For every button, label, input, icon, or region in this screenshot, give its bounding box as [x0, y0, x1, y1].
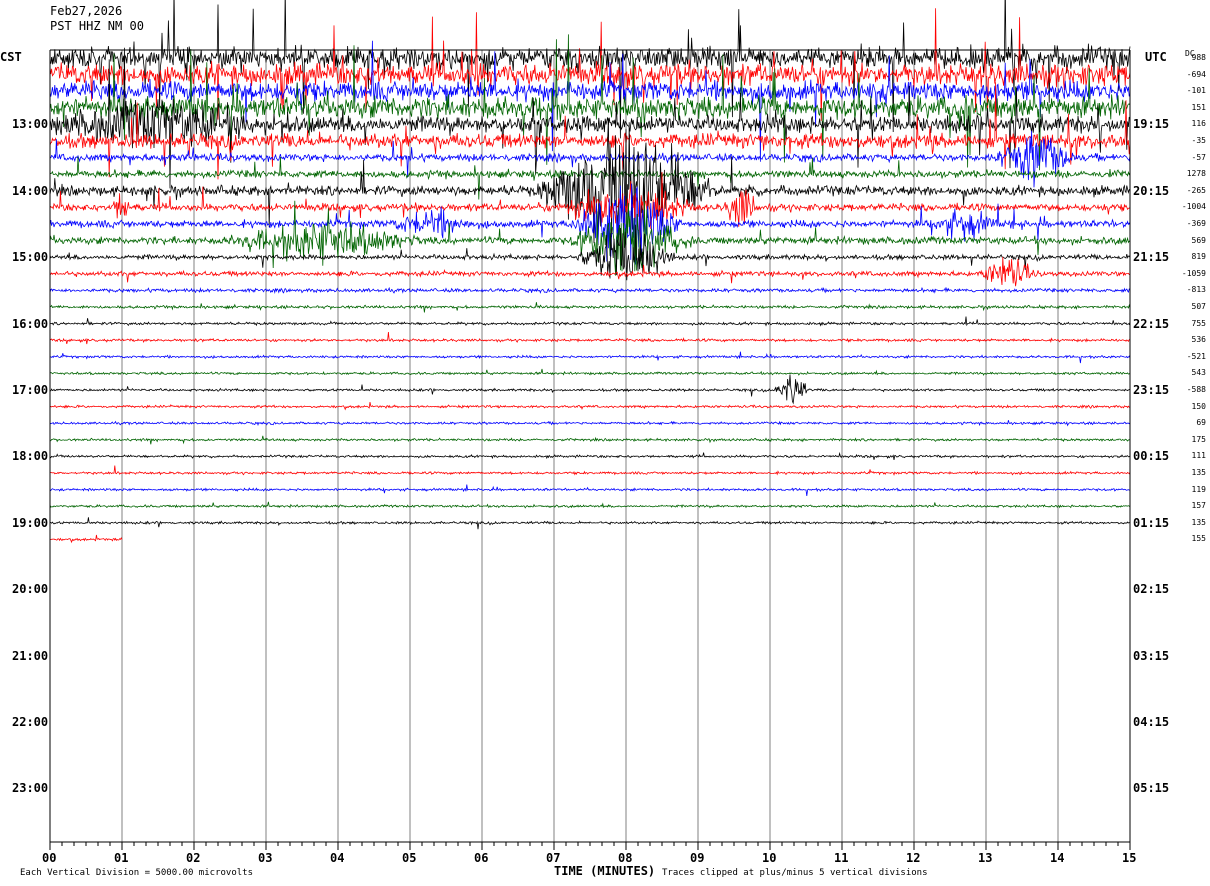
left-hour-label: 19:00 [12, 515, 49, 530]
dc-offset-label: 111 [1191, 451, 1206, 461]
seismic-trace [49, 451, 1131, 460]
dc-offset-label: 151 [1191, 102, 1206, 112]
right-hour-label: 03:15 [1133, 648, 1170, 663]
seismic-trace [49, 402, 1130, 411]
dc-offset-label: -101 [1186, 86, 1206, 96]
dc-offset-label: 543 [1191, 368, 1206, 378]
right-hour-label: 19:15 [1133, 117, 1170, 132]
x-tick-label: 05 [402, 851, 417, 865]
x-tick-label: 13 [978, 851, 993, 865]
dc-offset-label: -1004 [1181, 202, 1206, 212]
seismic-trace [50, 351, 1131, 364]
x-tick-label: 14 [1050, 851, 1065, 865]
dc-offset-label: 116 [1191, 119, 1206, 129]
dc-offset-label: -588 [1186, 385, 1206, 394]
right-hour-label: 00:15 [1133, 449, 1170, 464]
seismic-trace [50, 465, 1131, 476]
x-tick-label: 01 [114, 851, 129, 865]
x-tick-label: 09 [690, 851, 705, 865]
seismic-trace [49, 420, 1131, 427]
right-hour-label: 23:15 [1133, 383, 1170, 397]
dc-offset-label: 507 [1191, 302, 1206, 311]
x-tick-label: 00 [42, 851, 57, 865]
seismic-trace [49, 302, 1131, 313]
right-hour-label: 05:15 [1133, 781, 1170, 796]
x-tick-label: 07 [546, 851, 561, 865]
seismic-trace [49, 517, 1131, 530]
dc-offset-label: 155 [1191, 534, 1206, 544]
seismogram-plot [49, 0, 1131, 850]
x-tick-label: 10 [762, 851, 777, 865]
x-tick-label: 08 [618, 851, 633, 865]
left-hour-label: 15:00 [12, 250, 49, 265]
date-label: Feb27,2026 [50, 4, 123, 18]
seismic-trace [49, 8, 1131, 121]
seismic-trace [49, 224, 1131, 281]
left-hour-label: 16:00 [12, 316, 49, 331]
seismic-trace [50, 316, 1131, 327]
dc-offset-label: -1059 [1181, 268, 1206, 278]
dc-offset-label: 135 [1191, 468, 1206, 477]
seismic-trace [49, 286, 1131, 294]
x-tick-label: 04 [330, 851, 345, 865]
dc-offset-label: 69 [1196, 418, 1206, 428]
seismic-trace [49, 501, 1131, 509]
left-hour-label: 17:00 [12, 383, 49, 397]
left-hour-label: 13:00 [12, 117, 49, 132]
dc-offset-label: 175 [1191, 434, 1206, 444]
dc-offset-label: -521 [1186, 351, 1206, 361]
dc-offset-label: 150 [1191, 401, 1206, 411]
dc-offset-label: 119 [1191, 484, 1206, 494]
dc-offset-label: 1278 [1186, 169, 1206, 179]
left-hour-label: 22:00 [12, 715, 49, 729]
right-timezone-label: UTC [1145, 50, 1167, 64]
seismic-trace [49, 256, 1131, 287]
x-axis-title: TIME (MINUTES) [554, 864, 656, 878]
x-tick-label: 02 [186, 851, 201, 865]
right-hour-label: 01:15 [1133, 515, 1170, 530]
left-hour-label: 21:00 [12, 648, 49, 663]
left-hour-label: 20:00 [12, 582, 49, 597]
scale-note: Each Vertical Division = 5000.00 microvo… [20, 868, 253, 878]
seismic-trace [50, 374, 1131, 405]
right-hour-label: 20:15 [1133, 183, 1170, 198]
right-hour-label: 21:15 [1133, 250, 1170, 265]
x-tick-label: 15 [1122, 851, 1137, 865]
dc-offset-label: 755 [1191, 318, 1206, 328]
dc-offset-label: -369 [1186, 219, 1206, 228]
dc-offset-label: 988 [1191, 53, 1206, 62]
right-hour-label: 02:15 [1133, 582, 1170, 597]
left-timezone-label: CST [0, 50, 22, 64]
left-hour-label: 23:00 [12, 781, 49, 796]
left-hour-label: 18:00 [12, 449, 49, 464]
x-tick-label: 06 [474, 851, 489, 865]
dc-offset-label: -694 [1186, 69, 1206, 79]
dc-offset-label: -57 [1191, 152, 1206, 162]
dc-offset-label: 569 [1191, 235, 1206, 245]
left-hour-label: 14:00 [12, 183, 49, 198]
plot-axes [49, 49, 1131, 850]
station-label: PST HHZ NM 00 [50, 19, 144, 33]
dc-offset-label: 157 [1191, 501, 1206, 511]
dc-offset-label: 135 [1191, 517, 1206, 527]
seismogram-traces [49, 0, 1131, 544]
seismic-trace [49, 368, 1131, 376]
seismic-trace [49, 332, 1131, 345]
right-hour-label: 22:15 [1133, 316, 1170, 331]
plot-grid [49, 50, 1131, 842]
right-hour-label: 04:15 [1133, 715, 1170, 729]
x-tick-label: 12 [906, 851, 921, 865]
seismic-trace [49, 484, 1131, 496]
seismic-trace [49, 534, 123, 544]
dc-offset-label: -35 [1191, 136, 1206, 145]
dc-offset-label: 536 [1191, 335, 1206, 345]
x-tick-label: 03 [258, 851, 273, 865]
x-tick-label: 11 [834, 851, 849, 865]
dc-offset-label: -813 [1186, 285, 1206, 295]
dc-offset-label: -265 [1186, 185, 1206, 195]
seismic-trace [49, 435, 1131, 445]
dc-offset-label: 819 [1191, 252, 1206, 262]
clip-note: Traces clipped at plus/minus 5 vertical … [662, 868, 928, 878]
